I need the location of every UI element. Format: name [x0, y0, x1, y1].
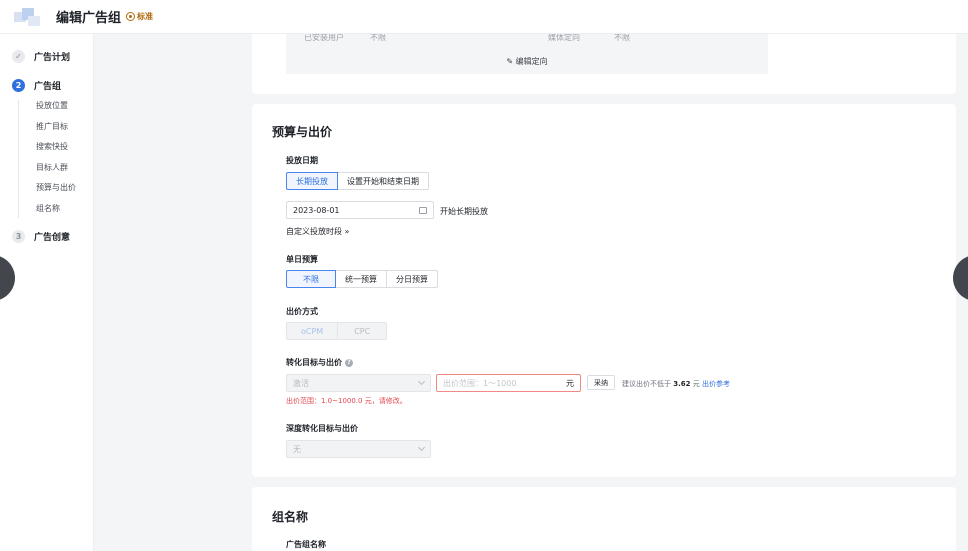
conversion-label: 转化目标与出价?: [286, 357, 353, 368]
bid-error-text: 出价范围：1.0~1000.0 元，请修改。: [286, 397, 407, 405]
double-chevron-icon: »: [344, 227, 350, 236]
sub-step-budget[interactable]: 预算与出价: [36, 182, 76, 193]
calendar-icon: [419, 206, 427, 214]
top-bar: 编辑广告组 标准: [0, 0, 968, 34]
start-date-input[interactable]: 2023-08-01: [286, 201, 434, 219]
long-term-option[interactable]: 长期投放: [286, 172, 338, 190]
step-number: 3: [12, 230, 25, 243]
sub-step-goal[interactable]: 推广目标: [36, 121, 68, 132]
page-title: 编辑广告组: [56, 11, 122, 26]
chevron-down-icon: [417, 443, 426, 452]
group-name-label: 广告组名称: [286, 540, 326, 549]
custom-period-toggle[interactable]: 自定义投放时段 »: [286, 226, 349, 237]
app-logo: [14, 6, 40, 28]
bid-method-segment: oCPM CPC: [286, 322, 388, 340]
daily-budget-segment: 不限 统一预算 分日预算: [286, 270, 438, 288]
sub-step-audience[interactable]: 目标人群: [36, 162, 68, 173]
group-section-title: 组名称: [272, 510, 309, 524]
sub-step-name[interactable]: 组名称: [36, 203, 60, 214]
deep-conversion-select[interactable]: 无: [286, 440, 431, 458]
budget-card: 预算与出价 投放日期 长期投放 设置开始和结束日期 2023-08-01 开始长…: [252, 104, 956, 477]
bid-reference-link[interactable]: 出价参考: [702, 380, 730, 388]
adopt-button[interactable]: 采纳: [587, 375, 615, 390]
standard-badge: 标准: [126, 11, 153, 22]
step-sidebar: ✓ 广告计划 2 广告组 投放位置 推广目标 搜索快投 目标人群 预算与出价 组…: [0, 34, 94, 551]
badge-icon: [126, 12, 136, 21]
start-hint: 开始长期投放: [440, 207, 488, 216]
group-name-card: 组名称 广告组名称: [252, 487, 956, 551]
cpc-option[interactable]: CPC: [337, 322, 388, 340]
budget-section-title: 预算与出价: [272, 125, 333, 139]
conversion-goal-select[interactable]: 激活: [286, 374, 431, 392]
sub-step-placement[interactable]: 投放位置: [36, 100, 68, 111]
daily-split-option[interactable]: 分日预算: [386, 270, 438, 288]
ocpm-option[interactable]: oCPM: [286, 322, 339, 340]
targeting-card: 已安装用户 不限 媒体定向 不限 ✎ 编辑定向: [252, 34, 956, 94]
suggest-bid-text: 建议出价不低于 3.62 元 出价参考: [622, 380, 730, 388]
step-creative[interactable]: 3 广告创意: [12, 230, 70, 243]
sub-step-line: [18, 100, 19, 218]
targeting-summary: 已安装用户 不限 媒体定向 不限 ✎ 编辑定向: [286, 34, 768, 74]
edit-targeting-link[interactable]: ✎ 编辑定向: [286, 56, 768, 67]
deep-conversion-label: 深度转化目标与出价: [286, 424, 358, 433]
unified-budget-option[interactable]: 统一预算: [335, 270, 387, 288]
step-ad-group[interactable]: 2 广告组: [12, 79, 61, 92]
unlimited-option[interactable]: 不限: [286, 270, 336, 288]
main-content: 已安装用户 不限 媒体定向 不限 ✎ 编辑定向 预算与出价 投放日期 长期投放 …: [94, 34, 968, 551]
bid-method-label: 出价方式: [286, 307, 318, 316]
date-type-segment: 长期投放 设置开始和结束日期: [286, 172, 429, 190]
help-icon[interactable]: ?: [345, 358, 353, 367]
check-icon: ✓: [12, 50, 25, 63]
step-campaign[interactable]: ✓ 广告计划: [12, 50, 70, 63]
sub-step-search[interactable]: 搜索快投: [36, 141, 68, 152]
bid-input[interactable]: 出价范围：1～1000 元: [436, 374, 581, 392]
step-number: 2: [12, 79, 25, 92]
date-label: 投放日期: [286, 156, 318, 165]
set-dates-option[interactable]: 设置开始和结束日期: [337, 172, 429, 190]
chevron-down-icon: [417, 377, 426, 386]
daily-budget-label: 单日预算: [286, 255, 318, 264]
